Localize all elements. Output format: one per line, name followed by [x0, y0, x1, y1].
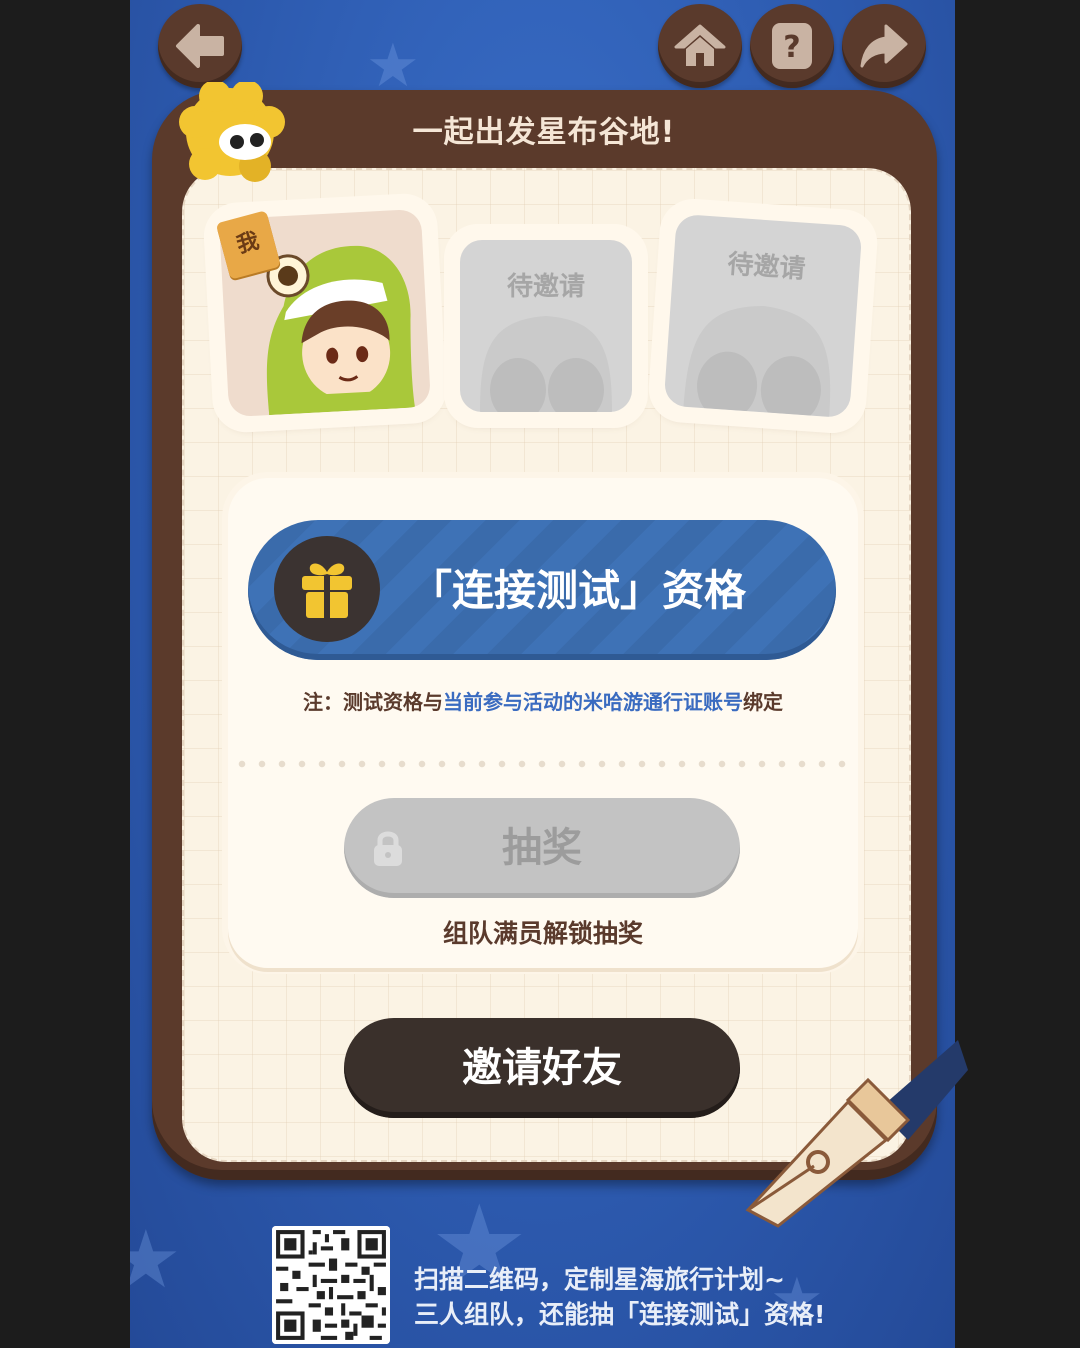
background-star: ★	[366, 31, 420, 101]
question-icon: ?	[772, 23, 812, 69]
home-icon	[674, 24, 726, 66]
share-button[interactable]	[842, 4, 926, 88]
page-title: 一起出发星布谷地!	[412, 115, 676, 150]
slot-pending-label: 待邀请	[506, 272, 585, 302]
qr-code-image	[272, 1226, 390, 1344]
unlock-hint: 组队满员解锁抽奖	[442, 919, 643, 948]
invite-friends-button[interactable]: 邀请好友	[344, 1018, 740, 1118]
fountain-pen-icon	[745, 1040, 968, 1228]
mascot-icon	[179, 82, 285, 182]
share-arrow-icon	[860, 24, 908, 68]
footer-line-2: 三人组队，还能抽「连接测试」资格!	[414, 1300, 826, 1329]
binding-note: 注：测试资格与当前参与活动的米哈游通行证账号绑定	[303, 690, 783, 714]
footer-line-1: 扫描二维码，定制星海旅行计划~	[414, 1265, 785, 1294]
dotted-divider	[232, 760, 854, 768]
account-link[interactable]: 当前参与活动的米哈游通行证账号	[443, 690, 743, 714]
lottery-label: 抽奖	[502, 825, 582, 871]
svg-text:?: ?	[783, 30, 800, 65]
gift-badge	[274, 536, 380, 642]
help-button[interactable]: ?	[750, 4, 834, 88]
qr-code[interactable]	[272, 1226, 390, 1344]
team-slot-pending[interactable]: 待邀请	[652, 203, 874, 429]
back-button[interactable]	[158, 4, 242, 88]
background-star: ★	[130, 1213, 182, 1306]
team-slot-pending[interactable]: 待邀请	[450, 230, 642, 422]
lottery-button[interactable]: 抽奖	[344, 798, 740, 898]
team-slot-me: 我	[208, 198, 442, 428]
back-arrow-icon	[176, 24, 224, 68]
gift-icon	[302, 563, 352, 618]
home-button[interactable]	[658, 4, 742, 88]
qualification-label: 「连接测试」资格	[410, 566, 747, 615]
